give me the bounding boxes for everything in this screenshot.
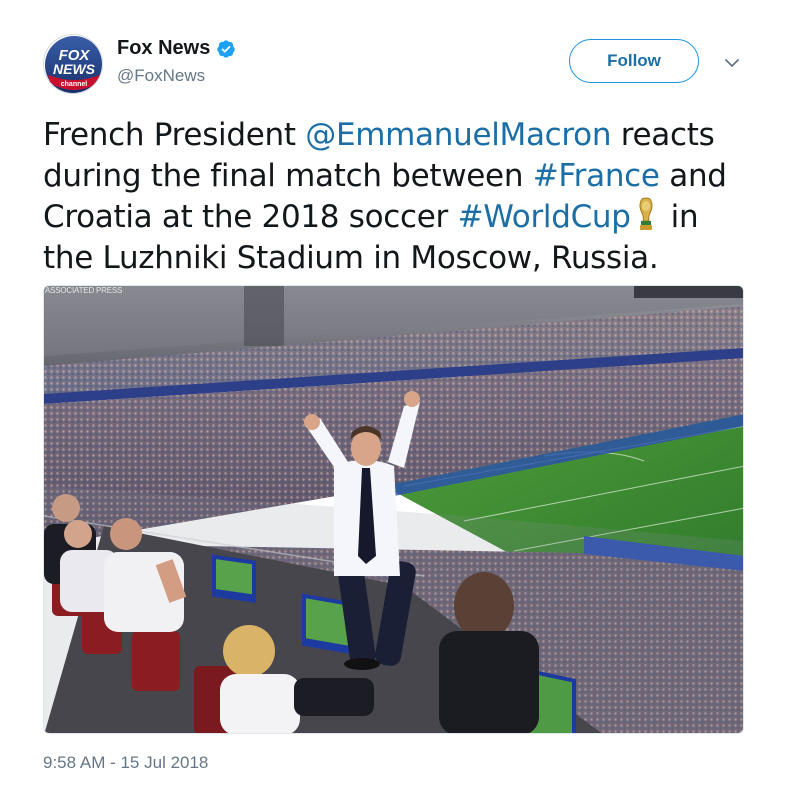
mention-link[interactable]: @EmmanuelMacron [305,117,611,153]
chevron-down-icon[interactable] [723,54,741,72]
svg-text:NEWS: NEWS [53,61,96,77]
display-name-row: Fox News [117,37,236,60]
hashtag-link-france[interactable]: #France [533,158,660,194]
tweet-header: FOX NEWS channel Fox News @FoxNews Follo… [43,34,753,96]
verified-badge-icon [217,39,236,58]
svg-text:channel: channel [61,81,88,88]
fox-news-logo: FOX NEWS channel [45,36,102,93]
trophy-icon [639,197,653,230]
tweet-photo[interactable]: ASSOCIATED PRESS [43,285,744,734]
account-names: Fox News @FoxNews [117,37,236,86]
display-name[interactable]: Fox News [117,37,210,60]
account-handle[interactable]: @FoxNews [117,66,236,86]
tweet-text-part: French President [43,117,306,153]
tweet-timestamp[interactable]: 9:58 AM - 15 Jul 2018 [43,753,208,773]
hashtag-link-worldcup[interactable]: #WorldCup [458,199,631,235]
tweet-text: French President @EmmanuelMacron reacts … [43,115,743,279]
photo-credit: ASSOCIATED PRESS [45,286,123,295]
follow-button[interactable]: Follow [569,39,699,83]
avatar[interactable]: FOX NEWS channel [43,34,103,94]
stadium-photo [44,286,743,733]
